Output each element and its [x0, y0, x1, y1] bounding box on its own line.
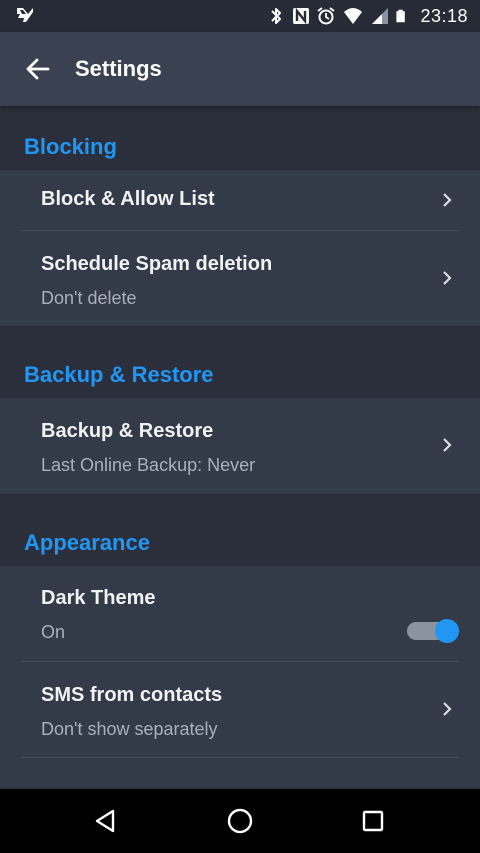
row-title: SMS from contacts [41, 684, 223, 706]
page-title: Settings [75, 56, 162, 81]
nav-back-button[interactable] [86, 801, 126, 841]
dark-theme-item[interactable]: Dark Theme On [21, 566, 459, 662]
section-card-appearance: Dark Theme On SMS from contacts Don't sh… [0, 566, 480, 788]
chevron-right-icon [443, 438, 452, 452]
row-title: Backup & Restore [41, 420, 214, 442]
row-title: Dark Theme [41, 587, 156, 609]
row-subtitle: Last Online Backup: Never [41, 455, 256, 475]
sms-from-contacts-item[interactable]: SMS from contacts Don't show separately [21, 662, 459, 758]
nav-home-button[interactable] [220, 801, 260, 841]
settings-list: Blocking Block & Allow List Schedule Spa… [0, 106, 480, 789]
cell-signal-icon [372, 8, 389, 24]
nfc-icon [293, 7, 310, 25]
nav-recents-button[interactable] [353, 801, 393, 841]
alarm-icon [317, 7, 336, 25]
home-circle-icon [227, 808, 253, 834]
app-notification-icon [17, 8, 33, 22]
row-subtitle: Don't show separately [41, 719, 218, 739]
chevron-right-icon [443, 271, 452, 285]
toggle-thumb [435, 619, 459, 643]
row-subtitle: Don't delete [41, 288, 137, 308]
wifi-icon [344, 8, 363, 24]
back-button[interactable] [14, 45, 62, 93]
schedule-spam-deletion-item[interactable]: Schedule Spam deletion Don't delete [21, 231, 459, 326]
status-icons: 23:18 [266, 0, 468, 32]
section-card-backup: Backup & Restore Last Online Backup: Nev… [0, 398, 480, 494]
card-bottom-padding [0, 758, 480, 788]
settings-screen: 23:18 Settings Blocking Block & Allow Li… [0, 0, 480, 853]
section-header-appearance: Appearance [0, 494, 480, 566]
back-triangle-icon [95, 809, 115, 833]
chevron-right-icon [443, 193, 452, 207]
app-bar: Settings [0, 32, 480, 106]
dark-theme-toggle[interactable] [405, 616, 459, 644]
section-header-blocking: Blocking [0, 106, 480, 170]
block-allow-list-item[interactable]: Block & Allow List [21, 170, 459, 231]
row-subtitle: On [41, 622, 66, 642]
bluetooth-icon [271, 8, 282, 24]
recents-square-icon [362, 810, 384, 832]
row-title: Schedule Spam deletion [41, 253, 273, 275]
section-card-blocking: Block & Allow List Schedule Spam deletio… [0, 170, 480, 326]
backup-restore-item[interactable]: Backup & Restore Last Online Backup: Nev… [21, 398, 459, 494]
arrow-left-icon [26, 58, 50, 80]
navigation-bar [0, 789, 480, 853]
battery-icon [396, 9, 406, 23]
status-bar: 23:18 [0, 0, 480, 32]
status-time: 23:18 [420, 5, 468, 26]
chevron-right-icon [443, 702, 452, 716]
section-header-backup: Backup & Restore [0, 326, 480, 398]
row-title: Block & Allow List [41, 188, 215, 210]
